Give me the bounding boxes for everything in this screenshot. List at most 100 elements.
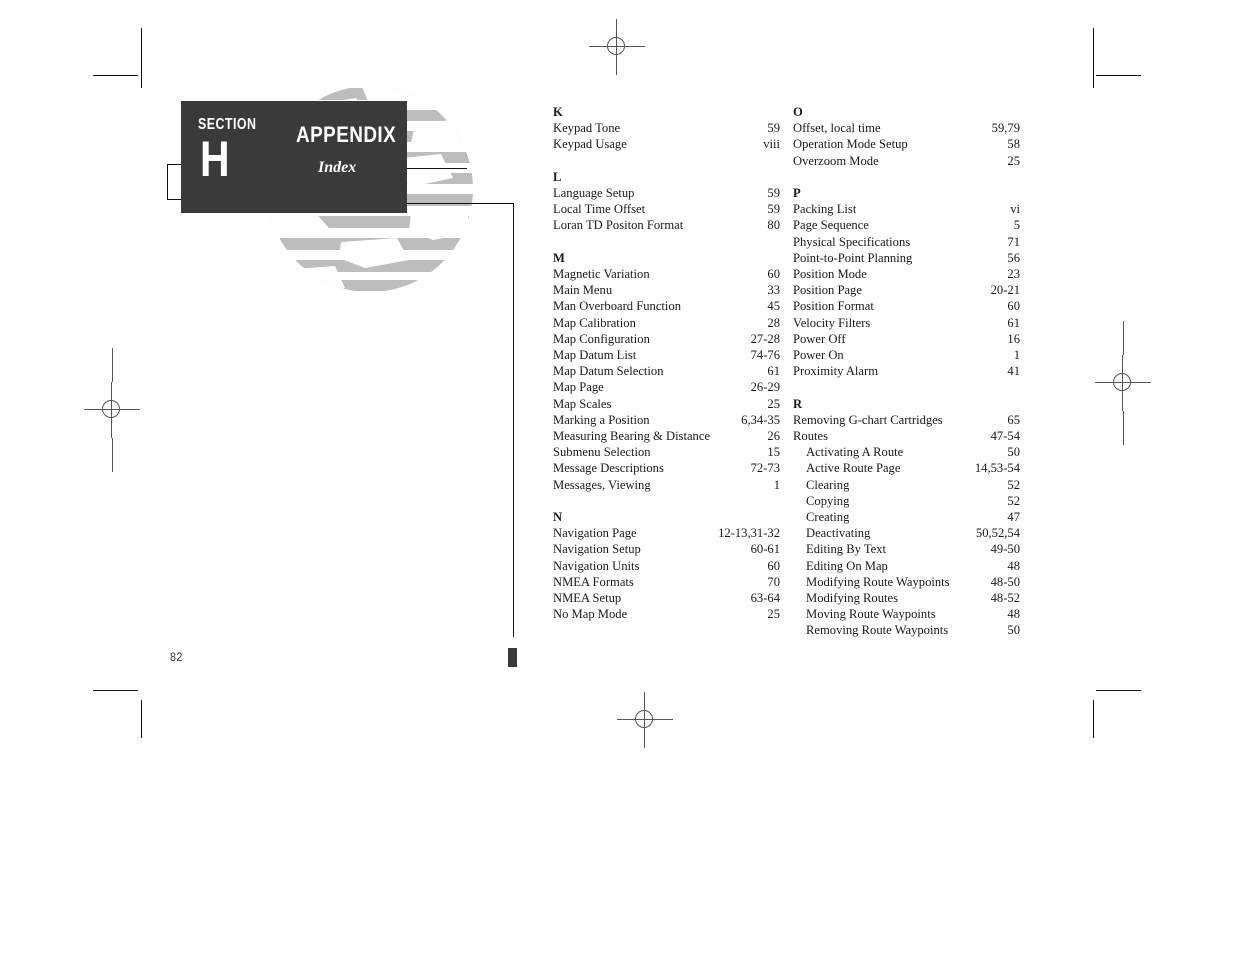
registration-mark-right-extension-lower [1123,411,1124,445]
index-entry: Offset, local time 59,79 [793,120,1020,136]
index-entry-pages: 26 [767,429,780,444]
index-entry-label: Map Configuration [553,331,650,346]
index-entry-pages: 47-54 [990,429,1020,444]
index-entry: Position Page 20-21 [793,282,1020,298]
crop-mark-top-right-horizontal [1096,75,1141,76]
index-entry: Loran TD Positon Format 80 [553,217,780,233]
index-entry-pages: 60-61 [750,542,780,557]
index-entry: Map Datum List 74-76 [553,347,780,363]
index-entry-label: Navigation Units [553,558,640,573]
index-entry: Map Scales 25 [553,396,780,412]
index-entry-label: Offset, local time [793,121,881,136]
index-sub-entry: Clearing 52 [793,477,1020,493]
index-entry-pages: 48 [1007,607,1020,622]
registration-mark-left-extension-lower [112,438,113,472]
index-letter-heading: L [553,169,562,184]
index-entry: Keypad Tone 59 [553,120,780,136]
index-entry-label: Active Route Page [806,461,901,476]
registration-mark-right [1095,355,1151,411]
index-entry-pages: 33 [767,283,780,298]
crop-mark-top-left-vertical [141,28,142,88]
index-entry-pages: 15 [767,445,780,460]
index-entry-label: Man Overboard Function [553,299,682,314]
index-entry-label: Overzoom Mode [793,153,879,168]
index-entry-pages: 59 [767,121,780,136]
index-entry: Messages, Viewing 1 [553,477,780,493]
index-letter-heading: N [553,510,563,525]
index-entry-label: Map Datum Selection [553,364,664,379]
index-entry: Routes 47-54 [793,428,1020,444]
index-sub-entry: Activating A Route 50 [793,444,1020,460]
index-entry-label: Proximity Alarm [793,364,879,379]
index-entry: Navigation Setup 60-61 [553,541,780,557]
appendix-title: APPENDIX [296,122,397,147]
index-entry: Man Overboard Function 45 [553,298,780,314]
index-entry-pages: 49-50 [990,542,1020,557]
index-sub-entry: Modifying Routes 48-52 [793,590,1020,606]
index-letter-heading: P [793,186,801,200]
index-entry-pages: 52 [1007,477,1020,492]
index-entry-pages: 48-50 [990,574,1020,589]
index-entry: Map Page 26-29 [553,379,780,395]
index-entry-label: Deactivating [806,526,871,541]
index-entry: Removing G-chart Cartridges 65 [793,412,1020,428]
index-entry-label: Map Datum List [553,348,637,363]
appendix-subtitle: Index [318,159,357,176]
section-tab: SECTION H APPENDIX Index [181,101,407,213]
index-entry: Operation Mode Setup 58 [793,136,1020,152]
index-entry-label: Packing List [793,202,857,217]
index-entry-label: Moving Route Waypoints [806,607,936,622]
index-entry-pages: 25 [767,607,780,622]
index-letter-heading: R [793,396,803,411]
index-entry-label: Map Scales [553,396,612,411]
index-entry: Overzoom Mode 25 [793,153,1020,169]
registration-circle [607,37,625,55]
index-entry-label: Velocity Filters [793,315,871,330]
index-entry-label: Power On [793,348,844,363]
index-entry-label: Physical Specifications [793,234,911,249]
index-entry-pages: 25 [1007,153,1020,168]
index-entry-label: NMEA Formats [553,574,634,589]
index-entry-pages: 14,53-54 [974,461,1020,476]
index-entry-label: Main Menu [553,283,613,298]
registration-circle [102,400,120,418]
section-tab-letter: H [200,131,230,187]
index-entry: Navigation Units 60 [553,558,780,574]
index-entry-pages: 58 [1007,137,1020,152]
index-entry-label: Keypad Tone [553,121,621,136]
index-entry: Language Setup 59 [553,185,780,201]
crop-mark-bottom-left-vertical [141,700,142,738]
registration-mark-right-extension [1123,321,1124,355]
index-entry-pages: 27-28 [750,331,780,346]
index-entry-label: Position Page [793,283,862,298]
index-entry-pages: 60 [1007,299,1020,314]
index-entry: Point-to-Point Planning 56 [793,250,1020,266]
index-entry-pages: vi [1010,202,1020,217]
index-entry-label: Removing Route Waypoints [806,623,949,638]
index-entry-pages: 20-21 [990,283,1020,298]
index-column-left: K Keypad Tone 59 Keypad Usage viii L Language … [553,104,780,622]
index-sub-entry: Moving Route Waypoints 48 [793,606,1020,622]
crop-mark-bottom-left-horizontal [93,690,138,691]
index-sub-entry: Copying 52 [793,493,1020,509]
index-entry-label: Map Page [553,380,604,395]
index-entry-pages: 47 [1007,510,1020,525]
registration-mark-top [589,19,645,75]
index-entry-label: Modifying Route Waypoints [806,574,950,589]
index-sub-entry: Active Route Page 14,53-54 [793,460,1020,476]
index-entry: Measuring Bearing & Distance 26 [553,428,780,444]
index-entry-pages: 61 [1007,315,1020,330]
index-entry-label: Message Descriptions [553,461,664,476]
index-entry: Physical Specifications 71 [793,234,1020,250]
index-entry: NMEA Setup 63-64 [553,590,780,606]
index-entry-label: Language Setup [553,186,635,200]
index-sub-entry: Editing On Map 48 [793,558,1020,574]
index-entry: Power On 1 [793,347,1020,363]
index-entry-label: Modifying Routes [806,591,899,606]
index-entry: Marking a Position 6,34-35 [553,412,780,428]
index-entry-label: Point-to-Point Planning [793,250,913,265]
index-entry-pages: 5 [1013,218,1020,233]
index-entry: Main Menu 33 [553,282,780,298]
index-entry-pages: 48-52 [990,591,1020,606]
index-entry: Velocity Filters 61 [793,315,1020,331]
